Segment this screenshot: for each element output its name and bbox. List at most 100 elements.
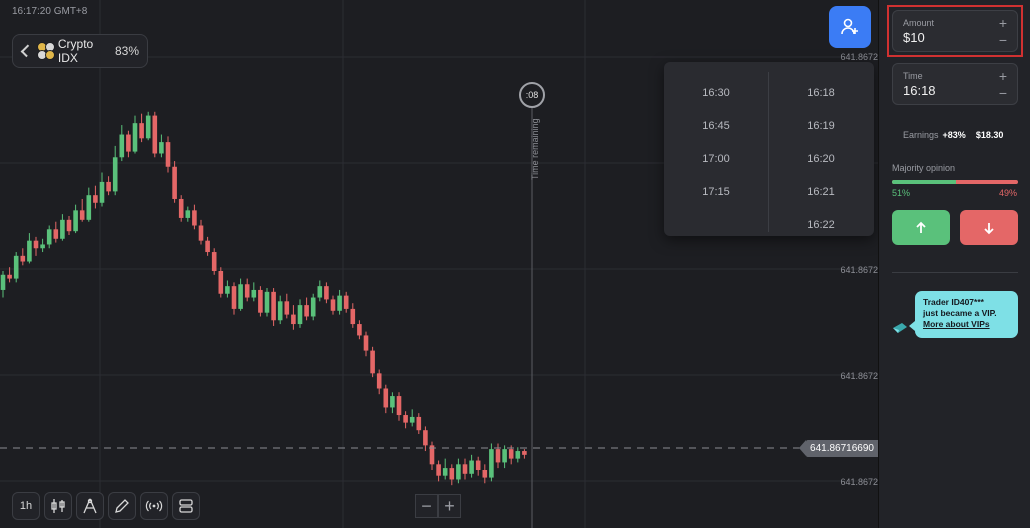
candle-body	[350, 308, 356, 325]
chart-area[interactable]: 16:17:20 GMT+8 Crypto IDX 83% 641.8672 6…	[0, 0, 878, 528]
earnings-rate: +83%	[942, 130, 966, 140]
trade-panel: Amount $10 + − Time 16:18 + − Earnings +…	[878, 0, 1030, 528]
time-option[interactable]: 16:30	[664, 76, 768, 109]
amount-increase-icon[interactable]: +	[999, 15, 1007, 31]
candle-body	[79, 210, 85, 220]
interval-button[interactable]: 1h	[12, 492, 40, 520]
candle-body	[317, 286, 323, 298]
candle-body	[198, 225, 204, 241]
time-option[interactable]: 17:00	[664, 142, 768, 175]
candle-body	[442, 468, 448, 476]
candle-body	[185, 210, 191, 218]
candle-body	[449, 468, 455, 480]
trade-down-button[interactable]	[960, 210, 1018, 245]
candle-body	[145, 115, 151, 139]
time-field[interactable]: Time 16:18 + −	[892, 63, 1018, 105]
chart-type-button[interactable]	[44, 492, 72, 520]
add-user-icon	[841, 18, 858, 35]
candle-body	[86, 195, 92, 220]
vip-badge-icon	[893, 323, 907, 333]
candle-body	[112, 157, 118, 192]
layout-icon	[179, 499, 193, 513]
earnings-amount: $18.30	[975, 130, 1004, 140]
candles	[0, 111, 527, 486]
vip-trader-id: Trader ID407***	[923, 297, 984, 307]
add-user-button[interactable]	[829, 6, 871, 48]
candle-body	[330, 299, 336, 311]
candle-body	[20, 255, 26, 262]
vip-notification[interactable]: Trader ID407*** just became a VIP. More …	[909, 291, 1018, 338]
candle-body	[337, 295, 342, 311]
time-decrease-icon[interactable]: −	[999, 85, 1007, 101]
arrow-down-icon	[984, 222, 994, 234]
time-option[interactable]: 16:19	[769, 109, 873, 142]
candle-body	[126, 134, 131, 152]
candle-body	[469, 460, 474, 474]
zoom-controls: − +	[415, 494, 461, 518]
amount-field[interactable]: Amount $10 + −	[892, 10, 1018, 52]
candle-body	[139, 123, 144, 139]
candle-body	[106, 181, 111, 192]
candle-body	[304, 305, 309, 317]
candle-body	[231, 286, 237, 309]
time-increase-icon[interactable]: +	[999, 68, 1007, 84]
price-axis-label: 641.8672	[840, 52, 878, 62]
panel-divider	[892, 272, 1018, 273]
candle-body	[66, 219, 72, 232]
crypto-coins-icon	[37, 42, 56, 60]
pen-button[interactable]	[108, 492, 136, 520]
candle-body	[436, 464, 441, 476]
candle-body	[357, 324, 362, 336]
candle-body	[244, 284, 250, 298]
drawing-tools-button[interactable]	[76, 492, 104, 520]
price-axis-label: 641.8672	[840, 371, 878, 381]
candle-body	[93, 195, 98, 203]
majority-down-percent: 49%	[998, 188, 1017, 198]
candle-body	[475, 460, 481, 470]
time-field-wrapper: Time 16:18 + −	[892, 63, 1018, 105]
candle-body	[363, 335, 369, 351]
time-option[interactable]: 16:20	[769, 142, 873, 175]
trade-up-button[interactable]	[892, 210, 950, 245]
candle-body	[515, 451, 521, 459]
candle-body	[284, 301, 290, 315]
candle-body	[211, 252, 217, 271]
candle-body	[522, 451, 527, 455]
expiry-time-dropdown: 16:30 16:45 17:00 17:15 16:18 16:19 16:2…	[664, 62, 874, 236]
candle-body	[192, 210, 197, 226]
signals-button[interactable]	[140, 492, 168, 520]
candle-body	[423, 430, 428, 446]
chevron-left-icon	[20, 44, 34, 58]
amount-decrease-icon[interactable]: −	[999, 32, 1007, 48]
time-remaining-label: Time remaining	[530, 118, 540, 180]
asset-selector[interactable]: Crypto IDX 83%	[12, 34, 148, 68]
layout-button[interactable]	[172, 492, 200, 520]
candle-body	[119, 134, 125, 158]
candle-body	[40, 244, 45, 249]
vip-more-link[interactable]: More about VIPs	[923, 319, 1010, 330]
candle-body	[508, 449, 514, 459]
candle-body	[27, 240, 32, 262]
time-option[interactable]: 16:21	[769, 175, 873, 208]
zoom-in-button[interactable]: +	[438, 494, 461, 518]
majority-opinion-title: Majority opinion	[892, 163, 956, 173]
candle-body	[310, 297, 316, 317]
candle-body	[165, 142, 171, 167]
candle-body	[73, 210, 78, 232]
amount-value[interactable]: $10	[903, 30, 1007, 45]
time-option[interactable]: 16:45	[664, 109, 768, 142]
time-option[interactable]: 17:15	[664, 175, 768, 208]
candle-body	[416, 416, 422, 431]
candle-body	[482, 470, 488, 478]
candle-body	[132, 123, 138, 152]
time-option[interactable]: 16:18	[769, 76, 873, 109]
amount-label: Amount	[903, 18, 935, 28]
candle-body	[60, 219, 65, 239]
expiry-options-column: 16:30 16:45 17:00 17:15	[664, 76, 768, 208]
time-option[interactable]: 16:22	[769, 208, 873, 241]
candle-body	[403, 415, 408, 423]
time-value[interactable]: 16:18	[903, 83, 1007, 98]
candle-body	[343, 295, 349, 309]
candle-body	[291, 314, 296, 325]
zoom-out-button[interactable]: −	[415, 494, 438, 518]
